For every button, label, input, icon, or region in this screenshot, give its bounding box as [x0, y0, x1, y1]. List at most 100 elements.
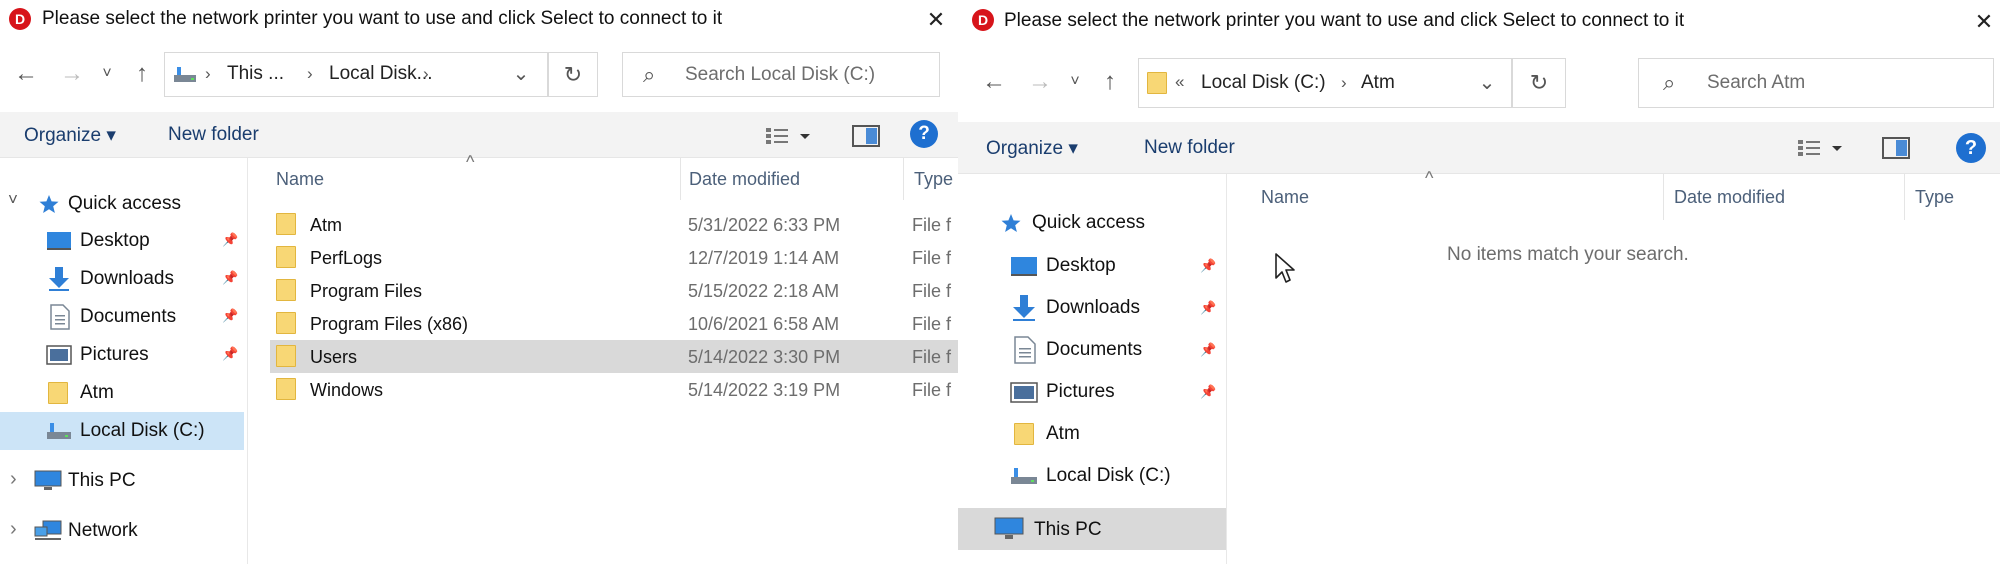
pin-icon[interactable]: 📌	[1200, 258, 1216, 274]
nav-network[interactable]: › Network	[0, 512, 246, 550]
search-input[interactable]: Search Atm	[1707, 72, 1805, 94]
column-header-label: Type	[1915, 187, 1955, 207]
close-button[interactable]: ✕	[1968, 6, 2000, 38]
view-options-icon[interactable]	[766, 126, 812, 146]
nav-downloads[interactable]: Downloads 📌	[958, 288, 1226, 328]
address-bar[interactable]: › This ... › Local Disk... › ⌄	[164, 52, 548, 97]
address-bar[interactable]: « Local Disk (C:) › Atm ⌄	[1138, 58, 1512, 108]
nav-desktop[interactable]: Desktop 📌	[0, 222, 246, 260]
search-box[interactable]: ⌕ Search Atm	[1638, 58, 1994, 108]
preview-pane-icon[interactable]	[852, 125, 880, 147]
column-header-name[interactable]: Name	[1227, 174, 1663, 220]
file-row[interactable]: Program Files (x86) 10/6/2021 6:58 AM Fi…	[270, 307, 958, 340]
column-header-date[interactable]: Date modified	[1664, 174, 1904, 220]
pin-icon[interactable]: 📌	[1200, 342, 1216, 358]
left-dialog: D Please select the network printer you …	[0, 0, 958, 564]
back-button[interactable]: ←	[978, 66, 1010, 98]
file-name: Program Files	[310, 281, 423, 301]
app-logo-icon: D	[9, 8, 31, 30]
breadcrumb-this-pc[interactable]: This ...	[227, 63, 284, 85]
help-icon[interactable]: ?	[910, 120, 938, 148]
folder-icon	[48, 382, 68, 404]
pin-icon[interactable]: 📌	[1200, 300, 1216, 316]
column-header-name[interactable]: Name	[248, 158, 680, 200]
back-button[interactable]: ←	[10, 58, 42, 90]
nav-atm[interactable]: Atm	[0, 374, 246, 412]
file-row[interactable]: PerfLogs 12/7/2019 1:14 AM File f	[270, 241, 958, 274]
nav-pictures[interactable]: Pictures 📌	[0, 336, 246, 374]
navigation-pane: ˅ Quick access Desktop 📌 Downloads 📌 Doc…	[0, 158, 246, 564]
file-row[interactable]: Atm 5/31/2022 6:33 PM File f	[270, 208, 958, 241]
file-row[interactable]: Users 5/14/2022 3:30 PM File f	[270, 340, 958, 373]
up-button[interactable]: ↑	[126, 58, 158, 90]
nav-label: Pictures	[80, 344, 149, 365]
folder-icon	[276, 312, 296, 334]
column-header-date[interactable]: Date modified	[681, 158, 903, 200]
pin-icon[interactable]: 📌	[222, 270, 238, 286]
file-type: File f	[912, 281, 952, 301]
file-name: Atm	[310, 215, 343, 235]
organize-menu[interactable]: Organize ▾	[24, 124, 116, 147]
file-type: File f	[912, 314, 952, 334]
nav-documents[interactable]: Documents 📌	[0, 298, 246, 336]
nav-label: Atm	[1046, 423, 1080, 444]
refresh-button[interactable]: ↻	[548, 52, 598, 97]
column-header-type[interactable]: Type	[1905, 174, 2000, 220]
new-folder-button[interactable]: New folder	[168, 124, 259, 146]
dialog-title: Please select the network printer you wa…	[42, 8, 723, 29]
up-button[interactable]: ↑	[1094, 66, 1126, 98]
breadcrumb-atm[interactable]: Atm	[1361, 72, 1395, 94]
preview-pane-icon[interactable]	[1882, 137, 1910, 159]
file-name: Windows	[310, 380, 384, 400]
search-input[interactable]: Search Local Disk (C:)	[685, 64, 875, 86]
file-row[interactable]: Program Files 5/15/2022 2:18 AM File f	[270, 274, 958, 307]
refresh-button[interactable]: ↻	[1512, 58, 1566, 108]
address-dropdown-button[interactable]: ⌄	[1475, 68, 1499, 96]
breadcrumb-local-disk[interactable]: Local Disk (C:)	[1201, 72, 1326, 94]
breadcrumb-separator: ›	[423, 64, 429, 83]
new-folder-button[interactable]: New folder	[1144, 137, 1235, 159]
pin-icon[interactable]: 📌	[222, 308, 238, 324]
forward-button[interactable]: →	[1024, 66, 1056, 98]
nav-local-disk[interactable]: Local Disk (C:)	[958, 456, 1226, 496]
nav-documents[interactable]: Documents 📌	[958, 330, 1226, 370]
star-icon	[39, 195, 59, 213]
folder-icon	[276, 345, 296, 367]
address-dropdown-button[interactable]: ⌄	[509, 59, 533, 87]
nav-quick-access[interactable]: ˅ Quick access	[0, 186, 246, 222]
search-box[interactable]: ⌕ Search Local Disk (C:)	[622, 52, 940, 97]
pin-icon[interactable]: 📌	[1200, 384, 1216, 400]
column-header-label: Name	[1261, 187, 1310, 207]
recent-locations-button[interactable]: ˅	[1066, 70, 1084, 94]
nav-local-disk[interactable]: Local Disk (C:)	[0, 412, 244, 450]
column-header-label: Type	[914, 169, 954, 189]
nav-label: Documents	[80, 306, 177, 327]
organize-menu[interactable]: Organize ▾	[986, 137, 1078, 160]
nav-atm[interactable]: Atm	[958, 414, 1226, 454]
breadcrumb-local-disk[interactable]: Local Disk...	[329, 63, 432, 85]
forward-button[interactable]: →	[56, 58, 88, 90]
recent-locations-button[interactable]: ˅	[98, 62, 116, 86]
nav-downloads[interactable]: Downloads 📌	[0, 260, 246, 298]
nav-pictures[interactable]: Pictures 📌	[958, 372, 1226, 412]
file-date: 12/7/2019 1:14 AM	[688, 248, 840, 268]
overflow-icon[interactable]: «	[1175, 72, 1184, 92]
nav-this-pc[interactable]: › This PC	[0, 462, 246, 500]
help-icon[interactable]: ?	[1956, 133, 1986, 163]
nav-label: Desktop	[80, 230, 150, 251]
column-header-type[interactable]: Type	[904, 158, 958, 200]
nav-label: This PC	[1034, 519, 1102, 540]
close-button[interactable]: ✕	[920, 4, 952, 36]
view-options-icon[interactable]	[1798, 138, 1844, 158]
file-row[interactable]: Windows 5/14/2022 3:19 PM File f	[270, 373, 958, 406]
nav-this-pc[interactable]: This PC	[958, 508, 1226, 550]
document-icon	[50, 304, 70, 330]
nav-quick-access[interactable]: Quick access	[958, 204, 1226, 242]
pin-icon[interactable]: 📌	[222, 346, 238, 362]
nav-label: Desktop	[1046, 255, 1116, 276]
nav-desktop[interactable]: Desktop 📌	[958, 246, 1226, 286]
pin-icon[interactable]: 📌	[222, 232, 238, 248]
file-date: 5/31/2022 6:33 PM	[688, 215, 841, 235]
folder-icon	[276, 246, 296, 268]
folder-icon	[276, 213, 296, 235]
